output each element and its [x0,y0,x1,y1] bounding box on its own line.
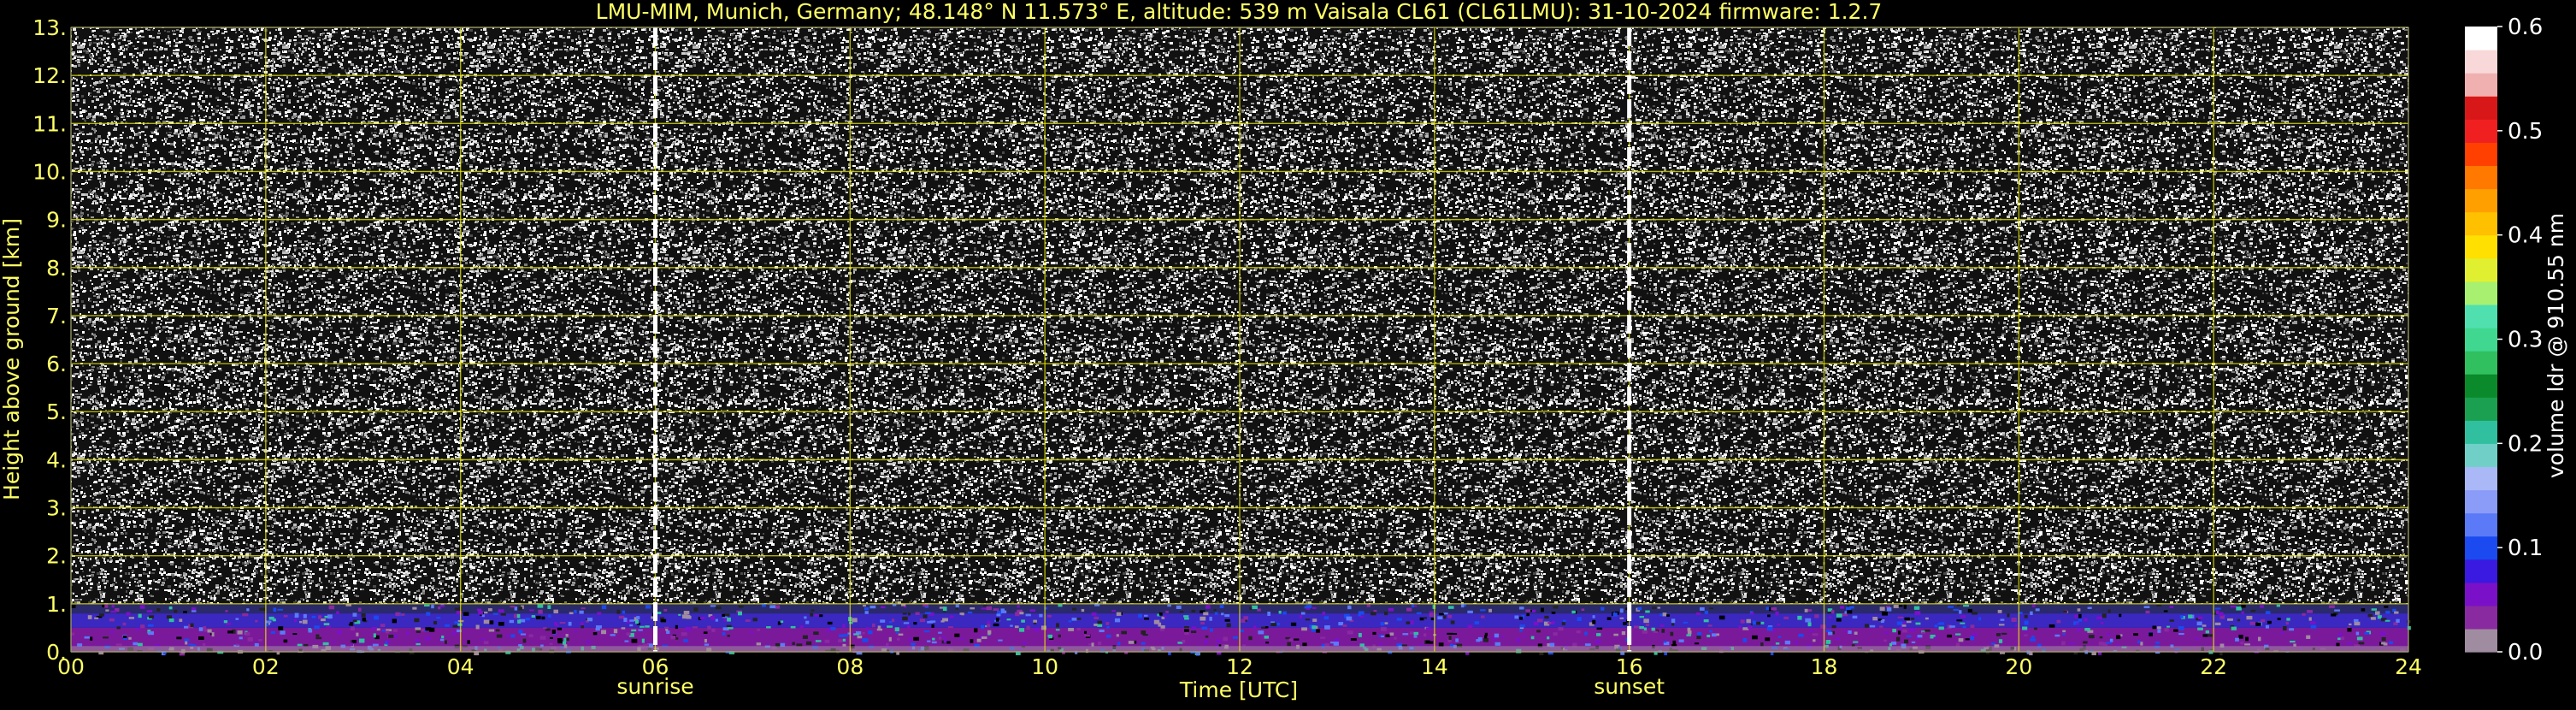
colorbar-segment [2465,628,2497,653]
colorbar-segment [2465,281,2497,305]
colorbar-tick-label: 0.6 [2508,15,2543,40]
colorbar-segment [2465,374,2497,398]
colorbar-segment [2465,119,2497,143]
boundary-layer-band [71,603,2411,656]
y-tick-label: 7. [46,304,67,328]
y-tick-label: 8. [46,256,67,281]
sun-marker-label: sunrise [616,674,693,699]
x-tick-label: 12 [1226,654,1253,679]
y-tick-label: 3. [46,496,67,521]
y-tick-label: 9. [46,208,67,233]
y-tick-label: 10. [32,159,67,184]
ceilometer-figure: LMU-MIM, Munich, Germany; 48.148° N 11.5… [0,0,2576,707]
colorbar-segment [2465,165,2497,190]
sun-marker-label: sunset [1594,674,1665,699]
colorbar-label: volume ldr @ 910.55 nm [2544,213,2568,478]
y-tick-label: 4. [46,447,67,472]
x-tick-label: 18 [1811,654,1838,679]
y-tick-label: 13. [32,15,67,40]
colorbar-tick-label: 0.1 [2508,535,2543,561]
colorbar-segment [2465,234,2497,259]
y-axis-label: Height above ground [km] [0,218,24,500]
y-tick-label: 5. [46,399,67,424]
colorbar-segment [2465,142,2497,167]
colorbar-segment [2465,211,2497,236]
y-tick-label: 2. [46,544,67,569]
ldr-heatmap-chart: LMU-MIM, Munich, Germany; 48.148° N 11.5… [0,0,2576,707]
colorbar-segment [2465,27,2497,50]
x-tick-label: 24 [2395,654,2422,679]
colorbar [2465,27,2497,653]
colorbar-segment [2465,188,2497,213]
colorbar-segment [2465,512,2497,537]
colorbar-segment [2465,605,2497,630]
x-tick-label: 04 [447,654,475,679]
colorbar-tick-label: 0.4 [2508,223,2543,249]
colorbar-segment [2465,73,2497,97]
x-tick-label: 10 [1031,654,1058,679]
colorbar-segment [2465,304,2497,328]
colorbar-segment [2465,443,2497,468]
x-axis-label: Time [UTC] [1179,677,1298,702]
x-tick-label: 20 [2005,654,2032,679]
colorbar-segment [2465,397,2497,421]
colorbar-segment [2465,327,2497,352]
plot-area [70,27,2411,656]
x-tick-label: 02 [252,654,280,679]
colorbar-segment [2465,96,2497,120]
y-tick-label: 1. [46,592,67,617]
colorbar-segment [2465,535,2497,560]
colorbar-segment [2465,351,2497,375]
colorbar-segment [2465,420,2497,444]
y-tick-label: 11. [32,111,67,136]
y-tick-label: 12. [32,63,67,88]
colorbar-tick-label: 0.0 [2508,640,2543,666]
y-tick-label: 6. [46,352,67,376]
colorbar-segment [2465,489,2497,514]
colorbar-segment [2465,257,2497,282]
colorbar-tick-label: 0.5 [2508,119,2543,145]
colorbar-segment [2465,559,2497,583]
colorbar-tick-label: 0.3 [2508,328,2543,353]
x-tick-label: 14 [1421,654,1448,679]
y-tick-label: 0. [46,640,67,665]
colorbar-segment [2465,50,2497,74]
chart-title: LMU-MIM, Munich, Germany; 48.148° N 11.5… [596,0,1883,24]
x-tick-label: 08 [836,654,864,679]
colorbar-segment [2465,466,2497,491]
colorbar-tick-label: 0.2 [2508,431,2543,457]
colorbar-segment [2465,582,2497,606]
x-tick-label: 22 [2200,654,2227,679]
